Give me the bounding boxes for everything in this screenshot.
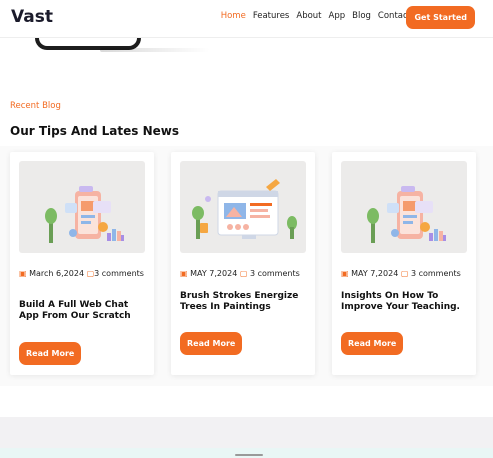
- web-design-illustration-icon: [180, 161, 306, 253]
- get-started-button[interactable]: Get Started: [406, 6, 475, 29]
- card-title[interactable]: Insights On How To Improve Your Teaching…: [341, 291, 463, 313]
- section-title: Our Tips And Lates News: [10, 124, 179, 138]
- comment-icon: ▢: [400, 269, 409, 278]
- page: Vast Home Features About App Blog Contac…: [0, 0, 493, 458]
- drag-handle[interactable]: [235, 454, 263, 456]
- nav-blog[interactable]: Blog: [352, 11, 371, 21]
- comment-icon: ▢: [239, 269, 248, 278]
- phone-shadow: [100, 48, 210, 52]
- section-kicker: Recent Blog: [10, 101, 61, 111]
- comment-icon: ▢: [86, 269, 95, 278]
- blog-card-3: ▣ MAY 7,2024 ▢ 3 comments Insights On Ho…: [332, 152, 476, 375]
- site-header: Vast Home Features About App Blog Contac…: [0, 0, 493, 38]
- calendar-icon: ▣: [341, 269, 349, 278]
- card-comments[interactable]: 3 comments: [250, 269, 300, 278]
- card-meta: ▣ MAY 7,2024 ▢ 3 comments: [180, 269, 310, 279]
- calendar-icon: ▣: [180, 269, 188, 278]
- footer-strip: [0, 448, 493, 458]
- card-meta: ▣ MAY 7,2024 ▢ 3 comments: [341, 269, 471, 279]
- app-design-illustration-icon: [341, 161, 467, 253]
- blog-card-2: ▣ MAY 7,2024 ▢ 3 comments Brush Strokes …: [171, 152, 315, 375]
- card-comments[interactable]: 3 comments: [94, 269, 144, 278]
- read-more-button[interactable]: Read More: [180, 332, 243, 355]
- nav-home[interactable]: Home: [221, 11, 246, 21]
- card-date: MAY 7,2024: [351, 269, 399, 278]
- logo[interactable]: Vast: [11, 7, 53, 27]
- app-design-illustration-icon: [19, 161, 145, 253]
- card-date: MAY 7,2024: [190, 269, 238, 278]
- nav-app[interactable]: App: [329, 11, 346, 21]
- card-title[interactable]: Brush Strokes Energize Trees In Painting…: [180, 291, 302, 313]
- card-title[interactable]: Build A Full Web Chat App From Our Scrat…: [19, 300, 149, 322]
- card-meta: ▣ March 6,2024 ▢3 comments: [19, 269, 147, 279]
- card-date: March 6,2024: [29, 269, 85, 278]
- read-more-button[interactable]: Read More: [19, 342, 82, 365]
- card-comments[interactable]: 3 comments: [411, 269, 461, 278]
- blog-card-1: ▣ March 6,2024 ▢3 comments Build A Full …: [10, 152, 154, 375]
- nav-features[interactable]: Features: [253, 11, 290, 21]
- read-more-button[interactable]: Read More: [341, 332, 404, 355]
- main-nav: Home Features About App Blog Contact: [221, 11, 411, 21]
- nav-about[interactable]: About: [296, 11, 321, 21]
- calendar-icon: ▣: [19, 269, 27, 278]
